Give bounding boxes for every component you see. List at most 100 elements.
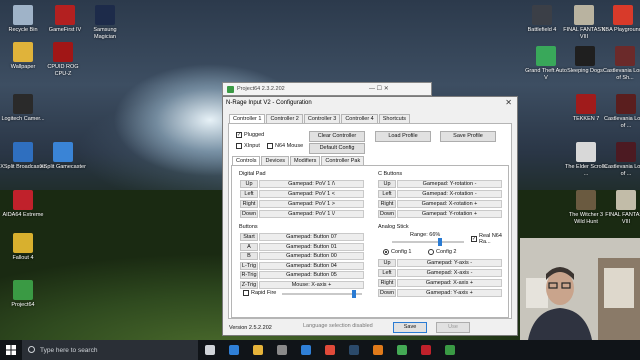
mapping-button[interactable]: Up [378,259,396,267]
desktop-icon[interactable]: Fallout 4 [0,233,46,262]
mapping-button[interactable]: Down [378,289,396,297]
default-config-button[interactable]: Default Config [309,143,365,154]
mapping-value[interactable]: Gamepad: X-rotation - [397,190,502,198]
taskbar-chrome-button[interactable] [318,340,342,360]
mapping-value[interactable]: Gamepad: PoV 1 /\ [259,180,364,188]
mapping-value[interactable]: Gamepad: Button 01 [259,242,364,251]
mapping-value[interactable]: Gamepad: Y-rotation - [397,180,502,188]
mapping-value[interactable]: Gamepad: Button 04 [259,261,364,270]
tab-controller-3[interactable]: Controller 3 [303,114,341,123]
plugged-checkbox[interactable]: ✓ Plugged [236,132,264,138]
desktop-icon[interactable]: Castlevania Lords of ... [603,94,640,129]
close-icon[interactable]: ✕ [505,98,512,107]
rapid-fire-checkbox[interactable]: Rapid Fire [243,290,276,296]
rapid-fire-slider[interactable] [352,290,356,298]
mapping-button[interactable]: Left [240,190,258,198]
mapping-button[interactable]: R-Trig [240,271,258,279]
taskbar-file-explorer-button[interactable] [246,340,270,360]
tab-modifiers[interactable]: Modifiers [290,156,321,165]
tab-controller-4[interactable]: Controller 4 [341,114,378,123]
mapping-value[interactable]: Gamepad: PoV 1 < [259,190,364,198]
save-button[interactable]: Save [393,322,427,333]
taskbar-task-view-button[interactable] [198,340,222,360]
project64-window[interactable]: Project64 2.3.2.202 — ☐ ✕ [222,82,432,96]
desktop-icon[interactable]: Samsung Magician [82,5,128,40]
use-button[interactable]: Use [436,322,470,333]
taskbar-mail-button[interactable] [294,340,318,360]
desktop-icon[interactable]: Logitech Camer... [0,94,46,123]
taskbar-project64-button[interactable] [438,340,462,360]
desktop-icon[interactable]: Project64 [0,280,46,309]
mapping-button[interactable]: Right [378,200,396,208]
chrome-icon [325,345,335,355]
desktop-icon[interactable]: XSplit Gamecaster [40,142,86,171]
mapping-button[interactable]: Left [378,190,396,198]
mapping-value[interactable]: Gamepad: X-axis + [397,279,502,287]
window-controls[interactable]: — ☐ ✕ [369,85,389,92]
range-slider[interactable] [437,238,442,246]
mapping-value[interactable]: Gamepad: Y-axis + [397,289,502,297]
mapping-button[interactable]: Right [378,279,396,287]
mapping-value[interactable]: Gamepad: Button 05 [259,271,364,279]
mapping-button[interactable]: B [240,252,258,260]
mapping-button[interactable]: Start [240,233,258,241]
xinput-checkbox[interactable]: XInput [236,143,260,149]
webcam-scene [520,238,640,340]
clear-controller-button[interactable]: Clear Controller [309,131,365,142]
taskbar-search-input[interactable]: Type here to search [22,340,198,360]
config2-radio[interactable]: Config 2 [428,249,457,255]
save-profile-button[interactable]: Save Profile [440,131,496,142]
mapping-value[interactable]: Gamepad: Button 00 [259,252,364,260]
taskbar-app-green-button[interactable] [390,340,414,360]
mapping-button[interactable]: Right [240,200,258,208]
tab-devices[interactable]: Devices [261,156,290,165]
tab-controller-1[interactable]: Controller 1 [229,114,266,123]
start-button[interactable] [0,340,22,360]
taskbar-app-orange-button[interactable] [366,340,390,360]
mapping-value[interactable]: Gamepad: X-rotation + [397,200,502,208]
desktop-icon[interactable]: NBA Playgrounds [600,5,640,34]
mapping-value[interactable]: Gamepad: Y-rotation + [397,210,502,218]
desktop-icon-label: NBA Playgrounds [601,27,640,33]
load-profile-button[interactable]: Load Profile [375,131,431,142]
mapping-button[interactable]: L-Trig [240,261,258,270]
mapping-value[interactable]: Gamepad: Button 07 [259,233,364,241]
taskbar-edge-button[interactable] [222,340,246,360]
desktop-icon[interactable]: FINAL FANTASY VIII [603,190,640,225]
desktop-icon[interactable]: Castlevania Lords of ... [603,142,640,177]
windows-logo-icon [6,345,16,355]
desktop-icon[interactable]: Castlevania Lords of Sh... [602,46,640,81]
config1-radio[interactable]: Config 1 [383,249,412,255]
desktop-icon[interactable]: Recycle Bin [0,5,46,34]
desktop-icon[interactable]: CPUID ROG CPU-Z [40,42,86,77]
app-icon [616,190,636,210]
desktop-icon[interactable]: AIDA64 Extreme [0,190,46,219]
buttons-title: Buttons [239,224,258,230]
taskbar-steam-button[interactable] [342,340,366,360]
mapping-button[interactable]: Down [240,210,258,218]
controller-tabs: Controller 1 Controller 2 Controller 3 C… [229,114,411,123]
mapping-button[interactable]: Down [378,210,396,218]
mapping-value[interactable]: Gamepad: Y-axis - [397,259,502,267]
tab-shortcuts[interactable]: Shortcuts [378,114,410,123]
mapping-button[interactable]: Up [240,180,258,188]
mapping-value[interactable]: Gamepad: PoV 1 > [259,200,364,208]
tab-controller-2[interactable]: Controller 2 [266,114,303,123]
n64-mouse-checkbox[interactable]: N64 Mouse [267,143,303,149]
mapping-button[interactable]: Up [378,180,396,188]
mapping-button[interactable]: Left [378,269,396,277]
tab-controller-pak[interactable]: Controller Pak [321,156,365,165]
mapping-row: L-Trig Gamepad: Button 04 [240,261,364,270]
mapping-row: Start Gamepad: Button 07 [240,233,364,241]
mapping-button[interactable]: A [240,242,258,251]
mapping-button[interactable]: Z-Trig [240,280,258,289]
mapping-value[interactable]: Mouse: X-axis + [259,280,364,289]
taskbar-app-red-button[interactable] [414,340,438,360]
tab-controls[interactable]: Controls [232,156,261,165]
mapping-row: Down Gamepad: Y-rotation + [378,210,502,218]
real-n64-range-checkbox[interactable]: ✓ Real N64 Ra... [471,233,508,245]
mapping-value[interactable]: Gamepad: PoV 1 \/ [259,210,364,218]
desktop-icon[interactable]: Battlefield 4 [519,5,565,34]
taskbar-store-button[interactable] [270,340,294,360]
mapping-value[interactable]: Gamepad: X-axis - [397,269,502,277]
